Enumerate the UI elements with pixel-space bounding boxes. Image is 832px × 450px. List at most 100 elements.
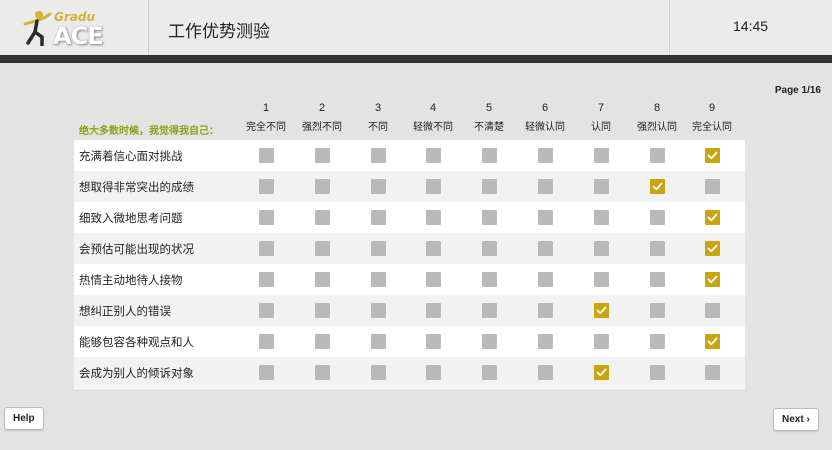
rating-checkbox-8[interactable] — [650, 179, 665, 194]
rating-checkbox-4[interactable] — [426, 365, 441, 380]
rating-checkbox-4[interactable] — [426, 334, 441, 349]
scale-number: 3 — [374, 102, 382, 114]
rating-checkbox-1[interactable] — [259, 272, 274, 287]
question-row: 能够包容各种观点和人 — [74, 326, 745, 357]
rating-checkbox-4[interactable] — [426, 210, 441, 225]
rating-checkbox-8[interactable] — [650, 210, 665, 225]
scale-number: 1 — [262, 102, 270, 114]
rating-checkbox-6[interactable] — [538, 241, 553, 256]
rating-checkbox-3[interactable] — [371, 241, 386, 256]
rating-checkbox-6[interactable] — [538, 179, 553, 194]
rating-checkbox-1[interactable] — [259, 365, 274, 380]
scale-number: 7 — [597, 102, 605, 114]
rating-checkbox-1[interactable] — [259, 241, 274, 256]
question-statement: 能够包容各种观点和人 — [79, 335, 194, 349]
scale-column-5: 5 不清楚 — [459, 102, 519, 133]
scale-number: 8 — [653, 102, 661, 114]
rating-checkbox-5[interactable] — [482, 241, 497, 256]
rating-checkbox-1[interactable] — [259, 148, 274, 163]
rating-checkbox-6[interactable] — [538, 334, 553, 349]
question-row: 热情主动地待人接物 — [74, 264, 745, 295]
rating-checkbox-9[interactable] — [705, 179, 720, 194]
rating-checkbox-9[interactable] — [705, 272, 720, 287]
rating-checkbox-5[interactable] — [482, 148, 497, 163]
checkmark-icon — [707, 244, 718, 253]
rating-checkbox-9[interactable] — [705, 241, 720, 256]
rating-checkbox-2[interactable] — [315, 210, 330, 225]
checkmark-icon — [707, 213, 718, 222]
rating-checkbox-2[interactable] — [315, 334, 330, 349]
question-statement: 充满着信心面对挑战 — [79, 149, 183, 163]
rating-checkbox-7[interactable] — [594, 148, 609, 163]
rating-checkbox-6[interactable] — [538, 148, 553, 163]
checkmark-icon — [596, 368, 607, 377]
scale-label: 轻微认同 — [525, 122, 565, 133]
scale-label: 轻微不同 — [413, 122, 453, 133]
rating-checkbox-7[interactable] — [594, 334, 609, 349]
rating-checkbox-3[interactable] — [371, 334, 386, 349]
rating-checkbox-5[interactable] — [482, 272, 497, 287]
question-statement: 细致入微地思考问题 — [79, 211, 183, 225]
rating-checkbox-8[interactable] — [650, 241, 665, 256]
scale-number: 5 — [485, 102, 493, 114]
rating-checkbox-6[interactable] — [538, 272, 553, 287]
rating-checkbox-1[interactable] — [259, 334, 274, 349]
rating-checkbox-7[interactable] — [594, 210, 609, 225]
page-indicator: Page 1/16 — [774, 85, 821, 96]
logo-text-ace: ACE — [53, 22, 104, 50]
rating-checkbox-2[interactable] — [315, 241, 330, 256]
rating-checkbox-8[interactable] — [650, 365, 665, 380]
rating-checkbox-8[interactable] — [650, 272, 665, 287]
rating-checkbox-3[interactable] — [371, 210, 386, 225]
rating-checkbox-1[interactable] — [259, 210, 274, 225]
rating-checkbox-7[interactable] — [594, 179, 609, 194]
rating-checkbox-4[interactable] — [426, 148, 441, 163]
rating-checkbox-2[interactable] — [315, 272, 330, 287]
rating-checkbox-3[interactable] — [371, 365, 386, 380]
rating-checkbox-5[interactable] — [482, 365, 497, 380]
rating-checkbox-9[interactable] — [705, 303, 720, 318]
rating-checkbox-5[interactable] — [482, 334, 497, 349]
rating-checkbox-2[interactable] — [315, 365, 330, 380]
rating-checkbox-3[interactable] — [371, 148, 386, 163]
rating-checkbox-4[interactable] — [426, 272, 441, 287]
rating-checkbox-4[interactable] — [426, 179, 441, 194]
rating-checkbox-7[interactable] — [594, 272, 609, 287]
rating-checkbox-9[interactable] — [705, 148, 720, 163]
rating-checkbox-9[interactable] — [705, 365, 720, 380]
next-button[interactable]: Next › — [773, 408, 819, 431]
scale-number: 2 — [318, 102, 326, 114]
help-button[interactable]: Help — [4, 407, 44, 430]
rating-checkbox-6[interactable] — [538, 210, 553, 225]
rating-checkbox-7[interactable] — [594, 303, 609, 318]
rating-checkbox-6[interactable] — [538, 303, 553, 318]
rating-checkbox-4[interactable] — [426, 241, 441, 256]
rating-checkbox-3[interactable] — [371, 179, 386, 194]
rating-checkbox-2[interactable] — [315, 303, 330, 318]
app-header: Gradu ACE 工作优势测验 14:45 — [0, 0, 832, 55]
rating-checkbox-2[interactable] — [315, 148, 330, 163]
rating-checkbox-3[interactable] — [371, 303, 386, 318]
question-statement: 会成为别人的倾诉对象 — [79, 366, 194, 380]
rating-checkbox-5[interactable] — [482, 179, 497, 194]
rating-checkbox-2[interactable] — [315, 179, 330, 194]
question-row: 想取得非常突出的成绩 — [74, 171, 745, 202]
rating-checkbox-7[interactable] — [594, 241, 609, 256]
rating-checkbox-5[interactable] — [482, 303, 497, 318]
rating-checkbox-7[interactable] — [594, 365, 609, 380]
rating-checkbox-3[interactable] — [371, 272, 386, 287]
rating-checkbox-4[interactable] — [426, 303, 441, 318]
rating-checkbox-1[interactable] — [259, 303, 274, 318]
rating-checkbox-1[interactable] — [259, 179, 274, 194]
rating-checkbox-8[interactable] — [650, 334, 665, 349]
survey-table: 充满着信心面对挑战 想取得非常突出的成绩 细致入微地思考问题 会预估可能出现的状况 热情… — [74, 140, 745, 389]
rating-checkbox-8[interactable] — [650, 303, 665, 318]
rating-checkbox-9[interactable] — [705, 210, 720, 225]
rating-checkbox-6[interactable] — [538, 365, 553, 380]
rating-checkbox-8[interactable] — [650, 148, 665, 163]
rating-checkbox-5[interactable] — [482, 210, 497, 225]
checkmark-icon — [707, 151, 718, 160]
rating-checkbox-9[interactable] — [705, 334, 720, 349]
header-bar — [0, 55, 832, 63]
question-statement: 热情主动地待人接物 — [79, 273, 183, 287]
